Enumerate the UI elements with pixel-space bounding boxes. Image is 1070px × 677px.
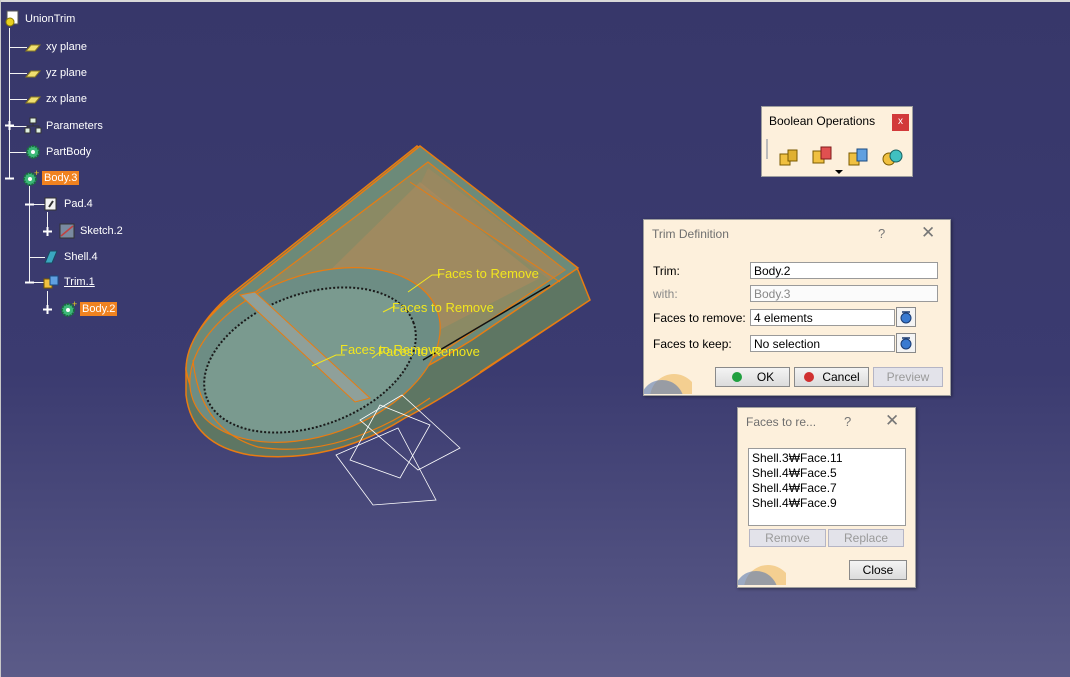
tree-root[interactable]: UnionTrim — [3, 10, 77, 28]
expand-plus-icon[interactable] — [42, 226, 53, 237]
tree-item-label: Body.2 — [80, 302, 118, 316]
close-button[interactable]: Close — [849, 560, 907, 580]
list-item[interactable]: Shell.4₩Face.7 — [752, 481, 902, 496]
ok-status-icon — [731, 372, 742, 382]
toolbar-grip[interactable] — [766, 139, 768, 159]
3d-viewport[interactable]: Faces to Remove Faces to Remove Faces to… — [0, 0, 1070, 677]
remove-button[interactable]: Remove — [749, 529, 826, 547]
tree-item-shell4[interactable]: Shell.4 — [42, 248, 100, 266]
parameters-icon — [24, 117, 42, 134]
tree-item-yz-plane[interactable]: yz plane — [24, 64, 89, 82]
faces-to-keep-label: Faces to keep: — [653, 337, 732, 351]
plane-icon — [24, 96, 42, 104]
collapse-minus-icon[interactable] — [24, 199, 35, 210]
tree-item-xy-plane[interactable]: xy plane — [24, 38, 89, 56]
tree-item-label: zx plane — [46, 93, 87, 105]
plane-icon — [24, 70, 42, 78]
collapse-minus-icon[interactable] — [24, 277, 35, 288]
tree-item-label: xy plane — [46, 41, 87, 53]
dialog-titlebar[interactable]: Trim Definition ? ✕ — [644, 220, 950, 248]
dialog-title: Trim Definition — [652, 227, 729, 241]
tree-item-parameters[interactable]: Parameters — [24, 117, 105, 135]
remove-icon[interactable] — [846, 145, 872, 169]
cancel-status-icon — [804, 372, 815, 382]
sketch-icon — [59, 223, 75, 239]
faces-to-remove-annotation: Faces to Remove — [378, 344, 480, 359]
part-document-icon — [5, 10, 19, 27]
tree-item-label: Shell.4 — [64, 251, 98, 263]
tree-item-zx-plane[interactable]: zx plane — [24, 90, 89, 108]
dialog-title: Faces to re... — [746, 415, 817, 429]
faces-to-remove-annotation: Faces to Remove — [392, 300, 494, 315]
faces-list[interactable]: Shell.3₩Face.11 Shell.4₩Face.5 Shell.4₩F… — [748, 448, 906, 526]
expand-plus-icon[interactable] — [4, 120, 15, 131]
close-icon[interactable]: ✕ — [885, 411, 899, 431]
tree-item-label: Pad.4 — [64, 198, 93, 210]
tree-connector — [9, 28, 10, 178]
svg-text:+: + — [72, 300, 77, 309]
body-gear-icon — [26, 145, 40, 159]
tree-item-body2[interactable]: + Body.2 — [60, 300, 118, 318]
faces-to-remove-label: Faces to remove: — [653, 311, 746, 325]
add-icon[interactable] — [810, 143, 836, 167]
list-item[interactable]: Shell.3₩Face.11 — [752, 451, 902, 466]
help-button[interactable]: ? — [844, 414, 851, 429]
ok-button-label: OK — [756, 370, 775, 384]
tree-item-label: Parameters — [46, 120, 103, 132]
tree-item-trim1[interactable]: Trim.1 — [42, 273, 97, 291]
preview-button[interactable]: Preview — [873, 367, 943, 387]
faces-to-keep-field[interactable]: No selection — [750, 335, 895, 352]
body-gear-icon: + — [61, 300, 77, 317]
dropdown-arrow-icon[interactable] — [834, 169, 844, 175]
ok-button[interactable]: OK — [715, 367, 790, 387]
list-item[interactable]: Shell.4₩Face.5 — [752, 466, 902, 481]
tree-item-label: PartBody — [46, 146, 92, 158]
catia-globe-decoration — [738, 565, 786, 585]
boolean-operations-toolbar[interactable]: Boolean Operations x — [761, 106, 913, 177]
tree-root-label: UnionTrim — [25, 13, 76, 25]
tree-item-label: Body.3 — [42, 171, 80, 185]
pick-list-icon — [900, 311, 912, 324]
tree-item-label: Trim.1 — [64, 276, 95, 288]
tree-item-pad4[interactable]: Pad.4 — [42, 195, 95, 213]
trim-definition-dialog[interactable]: Trim Definition ? ✕ Trim: Body.2 with: B… — [643, 219, 951, 396]
plane-icon — [24, 44, 42, 52]
cancel-button[interactable]: Cancel — [794, 367, 869, 387]
faces-to-keep-list-button[interactable] — [896, 333, 916, 353]
expand-plus-icon[interactable] — [42, 304, 53, 315]
list-item[interactable]: Shell.4₩Face.9 — [752, 496, 902, 511]
help-button[interactable]: ? — [878, 226, 885, 241]
faces-to-remove-dialog[interactable]: Faces to re... ? ✕ Shell.3₩Face.11 Shell… — [737, 407, 916, 588]
faces-to-remove-annotation: Faces to Remove — [437, 266, 539, 281]
tree-item-partbody[interactable]: PartBody — [24, 143, 93, 161]
assemble-icon[interactable] — [776, 145, 802, 169]
intersect-icon[interactable] — [880, 145, 906, 169]
tree-item-label: Sketch.2 — [80, 225, 123, 237]
shell-icon — [44, 250, 58, 264]
dialog-titlebar[interactable]: Faces to re... ? ✕ — [738, 408, 915, 436]
trim-label: Trim: — [653, 264, 680, 278]
cancel-button-label: Cancel — [822, 370, 860, 384]
replace-button[interactable]: Replace — [828, 529, 904, 547]
trim-field[interactable]: Body.2 — [750, 262, 938, 279]
faces-to-remove-field[interactable]: 4 elements — [750, 309, 895, 326]
body-gear-icon: + — [23, 169, 39, 186]
trim-icon — [43, 275, 59, 289]
toolbar-title: Boolean Operations — [769, 114, 876, 128]
faces-to-remove-list-button[interactable] — [896, 307, 916, 327]
close-icon[interactable]: ✕ — [921, 223, 935, 243]
tree-item-body3[interactable]: + Body.3 — [22, 169, 80, 187]
svg-text:+: + — [34, 169, 39, 178]
pick-list-icon — [900, 337, 912, 350]
with-label: with: — [653, 287, 678, 301]
tree-item-label: yz plane — [46, 67, 87, 79]
tree-item-sketch2[interactable]: Sketch.2 — [58, 222, 125, 240]
pad-icon — [44, 197, 57, 211]
catia-globe-decoration — [644, 374, 692, 394]
toolbar-close-button[interactable]: x — [892, 114, 909, 131]
collapse-minus-icon[interactable] — [4, 173, 15, 184]
with-field[interactable]: Body.3 — [750, 285, 938, 302]
